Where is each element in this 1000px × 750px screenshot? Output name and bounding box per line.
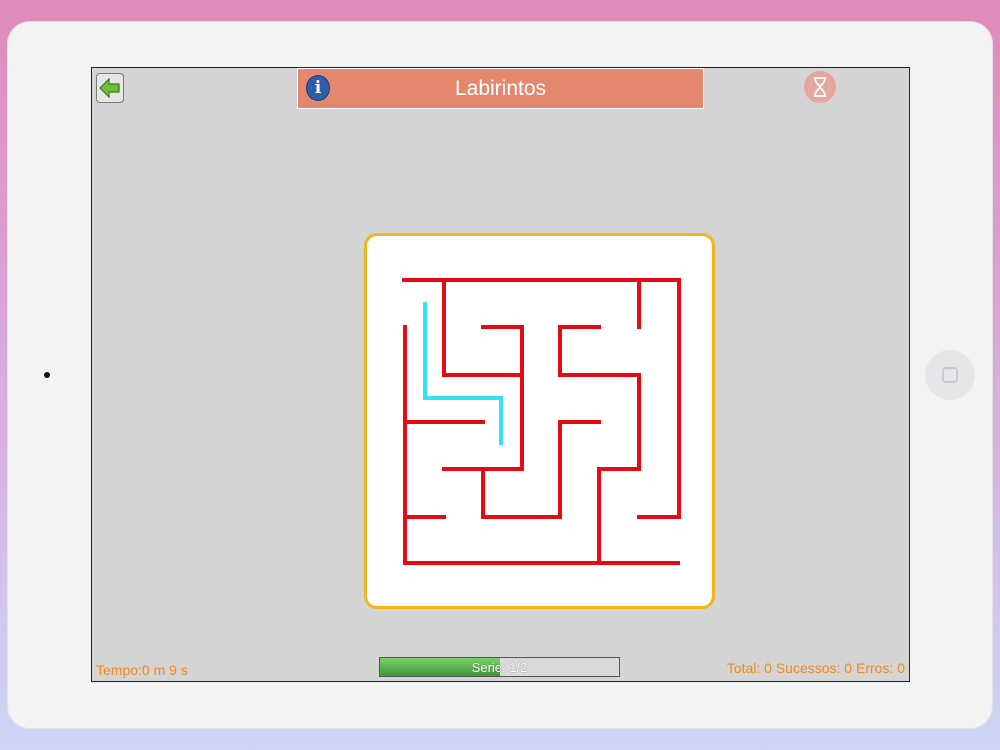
maze[interactable]	[367, 236, 712, 606]
series-label: Serie: 1/2	[471, 660, 528, 675]
stats-label: Total: 0 Sucessos: 0 Erros: 0	[726, 660, 905, 676]
series-progress-bar: Serie: 1/2	[379, 657, 620, 677]
maze-walls	[402, 278, 681, 565]
game-screen: i Labirintos Tempo:0 m 9 s Serie: 1/2 To…	[91, 67, 910, 682]
hourglass-icon[interactable]	[804, 71, 836, 103]
maze-card[interactable]	[364, 233, 715, 609]
title-bar: i Labirintos	[297, 68, 704, 109]
page-title: Labirintos	[454, 76, 547, 100]
back-arrow-icon	[99, 77, 120, 99]
info-icon[interactable]: i	[306, 75, 330, 101]
home-button[interactable]	[925, 350, 975, 400]
home-square-icon	[942, 367, 958, 383]
camera-dot	[44, 372, 50, 378]
hourglass-shape	[814, 77, 826, 97]
time-label: Tempo:0 m 9 s	[96, 662, 188, 678]
back-button[interactable]	[96, 73, 124, 103]
